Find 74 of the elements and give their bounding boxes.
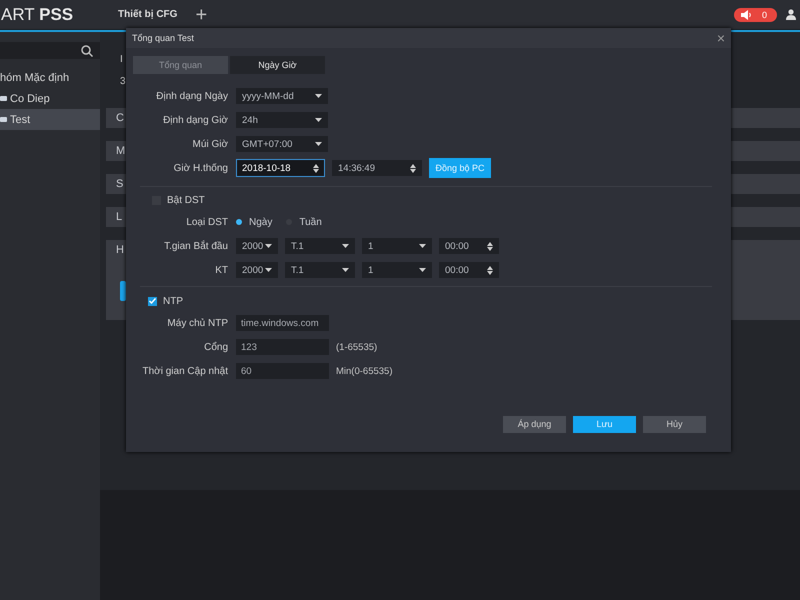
checkbox-label: NTP	[163, 296, 183, 306]
dropdown[interactable]: T.1	[285, 238, 355, 254]
date-field[interactable]: 2018-10-18	[236, 159, 325, 177]
dropdown[interactable]: 1	[362, 262, 432, 278]
dialog-title: Tổng quan Test	[132, 33, 194, 43]
checkbox-label: Bật DST	[167, 194, 205, 206]
label-text: H	[116, 244, 124, 256]
hint-text: (1-65535)	[336, 342, 378, 352]
tree-item[interactable]: Co Diep	[0, 88, 100, 109]
app-logo: ART PSS	[1, 4, 74, 24]
caret-icon	[419, 268, 426, 272]
dropdown[interactable]: 2000	[236, 262, 278, 278]
dropdown[interactable]: T.1	[285, 262, 355, 278]
tab[interactable]: Ngày Giờ	[230, 56, 325, 74]
device-icon	[0, 116, 7, 123]
field-label: Múi Giờ	[192, 138, 229, 150]
dropdown[interactable]: 1	[362, 238, 432, 254]
app-tab[interactable]: Thiết bị CFG	[114, 9, 182, 20]
spinner-icon	[487, 242, 493, 250]
field-label: Cổng	[203, 342, 229, 352]
field-label: Giờ H.thống	[172, 162, 229, 174]
tree-item[interactable]: Test	[0, 109, 100, 130]
time-field[interactable]: 00:00	[439, 262, 499, 278]
time-field[interactable]: 14:36:49	[332, 160, 422, 176]
field-label: Máy chủ NTP	[166, 318, 229, 328]
spinner-icon	[313, 164, 319, 172]
radio-label: Ngày	[249, 216, 272, 228]
tree-item[interactable]: hóm Mặc định	[0, 67, 100, 88]
caret-icon	[342, 268, 349, 272]
hint-text: Min(0-65535)	[336, 366, 392, 376]
dropdown[interactable]: 2000	[236, 238, 278, 254]
input-field[interactable]: time.windows.com	[236, 315, 329, 331]
spinner-icon	[487, 266, 493, 274]
button[interactable]: Hủy	[643, 416, 706, 433]
caret-icon	[315, 94, 322, 98]
caret-icon	[419, 244, 426, 248]
label-text: I	[120, 54, 123, 67]
dropdown[interactable]: 24h	[236, 112, 328, 128]
close-button[interactable]: ×	[716, 31, 725, 45]
alarm-button[interactable]: 0	[734, 8, 777, 22]
search-icon	[81, 44, 93, 56]
button[interactable]	[120, 281, 126, 301]
checkbox[interactable]	[148, 296, 157, 306]
label-text: C	[116, 112, 124, 124]
input-field[interactable]: 123	[236, 339, 329, 355]
caret-icon	[265, 268, 272, 272]
field-label: Định dạng Ngày	[155, 90, 229, 102]
time-field[interactable]: 00:00	[439, 238, 499, 254]
caret-icon	[315, 142, 322, 146]
radio-button[interactable]	[236, 219, 242, 225]
button[interactable]: Áp dụng	[503, 416, 566, 433]
label-text: L	[116, 211, 122, 223]
caret-icon	[315, 118, 322, 122]
label-text: M	[116, 145, 126, 157]
label-text: 3	[120, 76, 126, 89]
caret-icon	[342, 244, 349, 248]
add-tab-button[interactable]: +	[195, 4, 208, 24]
radio-label: Tuần	[299, 216, 322, 228]
check-icon	[149, 298, 156, 304]
dropdown[interactable]: GMT+07:00	[236, 136, 328, 152]
user-icon	[786, 9, 796, 20]
field-label: T.gian Bắt đầu	[163, 240, 229, 252]
input-field[interactable]: 60	[236, 363, 329, 379]
dropdown[interactable]: yyyy-MM-dd	[236, 88, 328, 104]
field-label: Định dạng Giờ	[162, 114, 229, 126]
speaker-icon	[740, 10, 752, 20]
device-icon	[0, 95, 7, 102]
field-label: KT	[214, 264, 229, 276]
label-text: S	[116, 178, 124, 190]
field-label: Thời gian Cập nhật	[142, 366, 229, 376]
search-field[interactable]	[0, 42, 100, 59]
spinner-icon	[410, 164, 416, 172]
caret-icon	[265, 244, 272, 248]
field-label: Loại DST	[185, 216, 229, 228]
